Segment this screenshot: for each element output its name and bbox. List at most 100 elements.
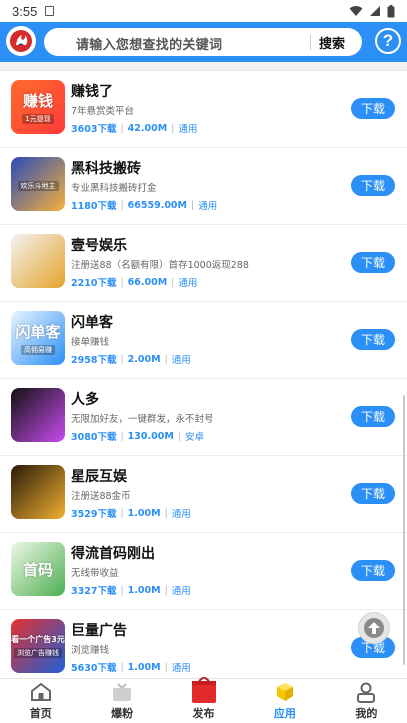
nav-item-apps[interactable]: 应用	[244, 679, 325, 723]
file-size: 1.00M	[127, 507, 161, 519]
nav-item-baofen[interactable]: 爆粉	[81, 679, 162, 723]
app-list-item[interactable]: 看一个广告3元 浏览广告赚钱 巨量广告 浏览赚钱 5630下载 | 1.00M | 通用 下载	[0, 610, 407, 678]
app-thumbnail[interactable]: 看一个广告3元 浏览广告赚钱	[11, 619, 65, 673]
app-list-item[interactable]: 星辰互娱注册送88金币 3529下载 | 1.00M | 通用 下载	[0, 456, 407, 533]
download-count: 5630下载	[71, 663, 117, 674]
thumbnail-subtext: 高佣易赚	[21, 345, 55, 355]
app-thumbnail[interactable]: 首码	[11, 542, 65, 596]
app-meta: 5630下载 | 1.00M | 通用	[71, 660, 191, 675]
app-list-item[interactable]: 人多 无限加好友，一键群发，永不封号 3080下载 | 130.00M | 安卓 下载	[0, 379, 407, 456]
app-meta: 3529下载 | 1.00M | 通用	[71, 506, 191, 521]
meta-separator: |	[164, 661, 168, 673]
app-list-item[interactable]: 欢乐斗地主 黑科技搬砖 专业黑科技搬砖打金 1180下载 | 66559.00M | 通用 下载	[0, 148, 407, 225]
download-button[interactable]: 下载	[351, 406, 395, 427]
app-list-item[interactable]: 赚钱 1元提现 赚钱了 7年悬赏类平台 3603下载 | 42.00M | 通用 下载	[0, 71, 407, 148]
app-title: 闪单客	[71, 315, 113, 331]
nav-label: 发布	[192, 707, 215, 720]
nav-item-mine[interactable]: 我的	[326, 679, 407, 723]
download-button[interactable]: 下载	[351, 483, 395, 504]
scroll-to-top-button[interactable]	[358, 612, 390, 644]
download-count: 3603下载	[71, 124, 117, 135]
app-title: 星辰互娱	[71, 469, 127, 485]
app-description: 无限加好友，一键群发，永不封号	[71, 414, 214, 425]
thumbnail-text: 闪单客	[15, 323, 61, 341]
meta-separator: |	[120, 353, 124, 365]
file-size: 1.00M	[127, 584, 161, 596]
download-button[interactable]: 下载	[351, 252, 395, 273]
app-description: 注册送88金币	[71, 491, 131, 502]
nav-item-home[interactable]: 首页	[0, 679, 81, 723]
arrow-up-icon	[364, 618, 384, 638]
thumbnail-text: 赚钱	[22, 92, 53, 110]
app-meta: 3327下载 | 1.00M | 通用	[71, 583, 191, 598]
app-thumbnail[interactable]	[11, 388, 65, 442]
nav-item-publish[interactable]: 发布	[163, 677, 244, 723]
list-top-divider	[0, 62, 407, 71]
app-list-item[interactable]: 首码 得流首码刚出 无线带收益 3327下载 | 1.00M | 通用 下载	[0, 533, 407, 610]
thumbnail-text: 首码	[22, 560, 53, 579]
thumbnail-subtext: 浏览广告赚钱	[14, 648, 62, 658]
file-size: 66.00M	[127, 276, 168, 288]
download-button[interactable]: 下载	[351, 175, 395, 196]
app-description: 接单赚钱	[71, 337, 110, 348]
tv-icon	[110, 681, 134, 703]
meta-separator: |	[164, 584, 168, 596]
app-thumbnail[interactable]: 赚钱 1元提现	[11, 80, 65, 134]
platform-tag: 通用	[171, 355, 191, 366]
meta-separator: |	[120, 430, 124, 442]
app-list-item[interactable]: 壹号娱乐 注册送88（名额有限）首存1000返现288 2210下载 | 66.00M |…	[0, 225, 407, 302]
meta-separator: |	[164, 507, 168, 519]
nav-label: 应用	[273, 707, 296, 720]
app-title: 壹号娱乐	[71, 238, 127, 254]
status-time: 3:55	[12, 3, 38, 19]
app-title: 人多	[71, 392, 99, 408]
download-count: 3080下载	[71, 432, 117, 443]
help-icon[interactable]: ?	[375, 28, 401, 54]
file-size: 2.00M	[127, 353, 161, 365]
download-button[interactable]: 下载	[351, 98, 395, 119]
app-meta: 2210下载 | 66.00M | 通用	[71, 275, 198, 290]
wifi-icon	[349, 6, 363, 16]
app-title: 得流首码刚出	[71, 546, 155, 562]
download-button[interactable]: 下载	[351, 560, 395, 581]
download-count: 2210下载	[71, 278, 117, 289]
app-title: 巨量广告	[71, 623, 127, 639]
download-button[interactable]: 下载	[351, 329, 395, 350]
app-thumbnail[interactable]: 欢乐斗地主	[11, 157, 65, 211]
signal-icon	[370, 6, 380, 16]
app-header: 请输入您想查找的关键词 搜索 ?	[0, 22, 407, 62]
meta-separator: |	[171, 276, 175, 288]
nav-label: 首页	[29, 707, 52, 720]
platform-tag: 通用	[198, 201, 218, 212]
file-size: 1.00M	[127, 661, 161, 673]
search-button[interactable]: 搜索	[319, 33, 345, 52]
app-thumbnail[interactable]	[11, 234, 65, 288]
platform-tag: 通用	[178, 124, 198, 135]
scrollbar[interactable]	[403, 395, 405, 665]
file-size: 66559.00M	[127, 199, 187, 211]
download-count: 2958下载	[71, 355, 117, 366]
nav-label: 爆粉	[111, 707, 134, 720]
app-list[interactable]: 赚钱 1元提现 赚钱了 7年悬赏类平台 3603下载 | 42.00M | 通用 下载 欢乐斗地主黑…	[0, 62, 407, 678]
app-list-item[interactable]: 闪单客 高佣易赚 闪单客 接单赚钱 2958下载 | 2.00M | 通用 下载	[0, 302, 407, 379]
search-input[interactable]: 请输入您想查找的关键词 搜索	[44, 28, 362, 56]
thumbnail-subtext: 欢乐斗地主	[17, 180, 59, 191]
platform-tag: 通用	[178, 278, 198, 289]
file-size: 42.00M	[127, 122, 168, 134]
app-description: 7年悬赏类平台	[71, 106, 135, 117]
app-thumbnail[interactable]: 闪单客 高佣易赚	[11, 311, 65, 365]
publish-icon	[190, 677, 218, 705]
platform-tag: 通用	[171, 586, 191, 597]
meta-separator: |	[171, 122, 175, 134]
app-title: 赚钱了	[71, 84, 113, 100]
battery-icon	[387, 4, 395, 17]
meta-separator: |	[177, 430, 181, 442]
home-icon	[29, 681, 53, 703]
status-icons	[349, 4, 395, 18]
app-thumbnail[interactable]	[11, 465, 65, 519]
user-icon	[354, 681, 378, 703]
nav-label: 我的	[355, 707, 378, 720]
status-bar: 3:55	[0, 0, 407, 22]
thumbnail-text: 看一个广告3元	[11, 635, 65, 644]
meta-separator: |	[120, 507, 124, 519]
